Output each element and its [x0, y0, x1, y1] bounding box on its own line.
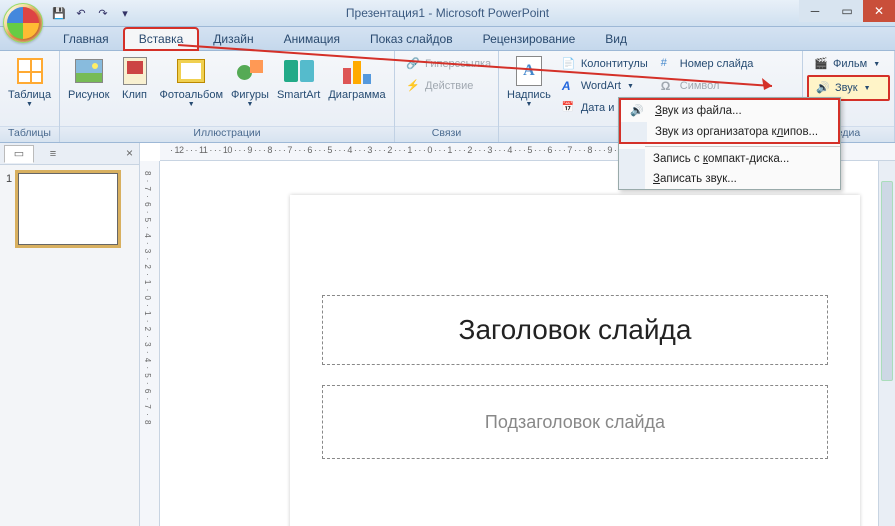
title-bar: 💾 ↶ ↷ ▾ Презентация1 - Microsoft PowerPo… — [0, 0, 895, 27]
picture-label: Рисунок — [68, 89, 110, 101]
chevron-down-icon: ▼ — [26, 101, 33, 108]
panel-tabs: ▭ ≡ × — [0, 143, 139, 165]
clip-button[interactable]: Клип — [114, 53, 156, 101]
slide-canvas[interactable]: Заголовок слайда Подзаголовок слайда — [290, 195, 860, 526]
window-title: Презентация1 - Microsoft PowerPoint — [346, 6, 549, 20]
menu-label: Записать звук... — [653, 173, 737, 185]
chevron-down-icon: ▼ — [188, 101, 195, 108]
subtitle-placeholder[interactable]: Подзаголовок слайда — [322, 385, 828, 459]
group-label-illustrations: Иллюстрации — [60, 126, 394, 142]
quick-access-toolbar: 💾 ↶ ↷ ▾ — [50, 4, 134, 22]
menu-sound-from-organizer[interactable]: Звук из организатора клипов... — [621, 122, 838, 142]
date-icon — [562, 101, 576, 115]
sound-icon — [630, 104, 644, 118]
menu-label: Запись с компакт-диска... — [653, 153, 789, 165]
vertical-scrollbar[interactable] — [878, 161, 895, 526]
undo-icon[interactable]: ↶ — [72, 4, 90, 22]
menu-label: Звук из организатора клипов... — [655, 126, 818, 138]
dropdown-highlight-box: Звук из файла... Звук из организатора кл… — [619, 98, 840, 144]
date-label: Дата и — [581, 102, 615, 114]
minimize-button[interactable]: ─ — [799, 0, 831, 22]
menu-sound-from-file[interactable]: Звук из файла... — [621, 100, 838, 122]
tab-home[interactable]: Главная — [48, 28, 124, 50]
title-placeholder[interactable]: Заголовок слайда — [322, 295, 828, 365]
chevron-down-icon: ▼ — [247, 101, 254, 108]
menu-record-sound[interactable]: Записать звук... — [619, 169, 840, 189]
table-label: Таблица — [8, 89, 51, 101]
group-label-links: Связи — [395, 126, 498, 142]
slide-thumbnail[interactable] — [18, 173, 118, 245]
clip-label: Клип — [122, 89, 147, 101]
work-area: ▭ ≡ × 1 · 12 · · · 11 · · · 10 · · · 9 ·… — [0, 143, 895, 526]
annotation-arrow — [178, 42, 788, 97]
slide-thumbnail-row: 1 — [0, 165, 139, 253]
redo-icon[interactable]: ↷ — [94, 4, 112, 22]
clip-icon — [123, 57, 147, 85]
sound-dropdown-menu: Звук из файла... Звук из организатора кл… — [618, 97, 841, 190]
film-label: Фильм — [833, 58, 867, 70]
maximize-button[interactable]: ▭ — [831, 0, 863, 22]
chevron-down-icon: ▼ — [873, 61, 880, 68]
save-icon[interactable]: 💾 — [50, 4, 68, 22]
menu-separator — [645, 146, 840, 147]
chevron-down-icon: ▼ — [864, 85, 871, 92]
panel-tab-slides[interactable]: ▭ — [4, 145, 34, 163]
vertical-ruler: 8 · 7 · 6 · 5 · 4 · 3 · 2 · 1 · 0 · 1 · … — [140, 161, 160, 526]
slide-number: 1 — [6, 173, 12, 245]
group-label-tables: Таблицы — [0, 126, 59, 142]
sound-button[interactable]: Звук ▼ — [809, 77, 888, 99]
slide-editor: · 12 · · · 11 · · · 10 · · · 9 · · · 8 ·… — [140, 143, 895, 526]
picture-icon — [75, 59, 103, 83]
sound-icon — [816, 81, 830, 95]
qat-customize-icon[interactable]: ▾ — [116, 4, 134, 22]
table-button[interactable]: Таблица ▼ — [4, 53, 55, 108]
menu-cd-audio[interactable]: Запись с компакт-диска... — [619, 149, 840, 169]
close-button[interactable]: ✕ — [863, 0, 895, 22]
panel-close-button[interactable]: × — [126, 146, 133, 160]
picture-button[interactable]: Рисунок — [64, 53, 114, 101]
sound-label: Звук — [835, 82, 858, 94]
film-icon — [814, 57, 828, 71]
scrollbar-thumb[interactable] — [881, 181, 893, 381]
title-placeholder-text: Заголовок слайда — [459, 314, 692, 346]
subtitle-placeholder-text: Подзаголовок слайда — [485, 412, 665, 433]
panel-tab-outline[interactable]: ≡ — [38, 145, 68, 163]
film-button[interactable]: Фильм ▼ — [807, 53, 890, 75]
slides-panel: ▭ ≡ × 1 — [0, 143, 140, 526]
menu-label: Звук из файла... — [655, 105, 742, 117]
table-icon — [17, 58, 43, 84]
group-tables: Таблица ▼ Таблицы — [0, 51, 60, 142]
chevron-down-icon: ▼ — [525, 101, 532, 108]
office-button[interactable] — [3, 3, 43, 43]
